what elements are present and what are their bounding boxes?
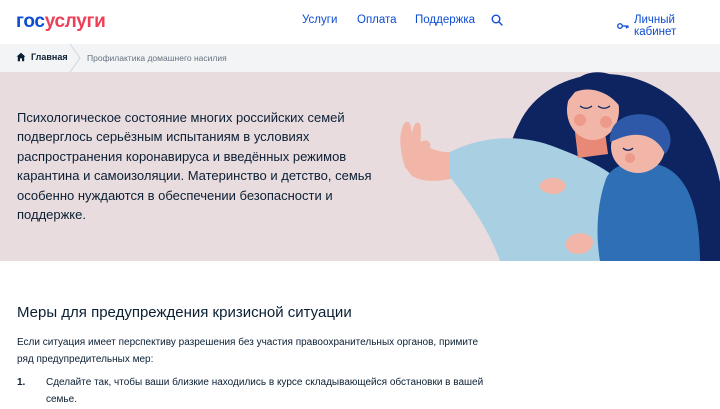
list-text: Сделайте так, чтобы ваши близкие находил… — [46, 377, 484, 405]
section-title: Меры для предупреждения кризисной ситуац… — [17, 304, 352, 321]
list-number: 1. — [17, 377, 26, 388]
breadcrumb-separator — [69, 44, 81, 72]
hero-banner: Психологическое состояние многих российс… — [0, 72, 720, 261]
nav-support[interactable]: Поддержка — [415, 14, 475, 26]
search-icon[interactable] — [491, 14, 503, 26]
personal-cabinet-link[interactable]: Личный кабинет — [617, 14, 720, 38]
nav-payment[interactable]: Оплата — [357, 14, 397, 26]
mother-child-illustration — [400, 72, 720, 261]
breadcrumb-current: Профилактика домашнего насилия — [87, 53, 227, 63]
nav-services[interactable]: Услуги — [302, 14, 337, 26]
breadcrumb-home[interactable]: Главная — [16, 52, 68, 62]
logo-part-gos: гос — [16, 11, 45, 32]
breadcrumb: Главная Профилактика домашнего насилия — [0, 44, 720, 72]
intro-paragraph: Если ситуация имеет перспективу разрешен… — [17, 337, 479, 365]
cabinet-label: Личный кабинет — [633, 14, 677, 38]
logo-part-uslugi: услуги — [44, 11, 106, 32]
home-icon — [16, 52, 26, 62]
top-header: госуслуги Услуги Оплата Поддержка Личный… — [0, 0, 720, 44]
hero-text: Психологическое состояние многих российс… — [17, 110, 372, 223]
key-icon — [617, 23, 629, 29]
breadcrumb-home-label: Главная — [31, 52, 68, 62]
gosuslugi-logo[interactable]: госуслуги — [16, 11, 106, 33]
